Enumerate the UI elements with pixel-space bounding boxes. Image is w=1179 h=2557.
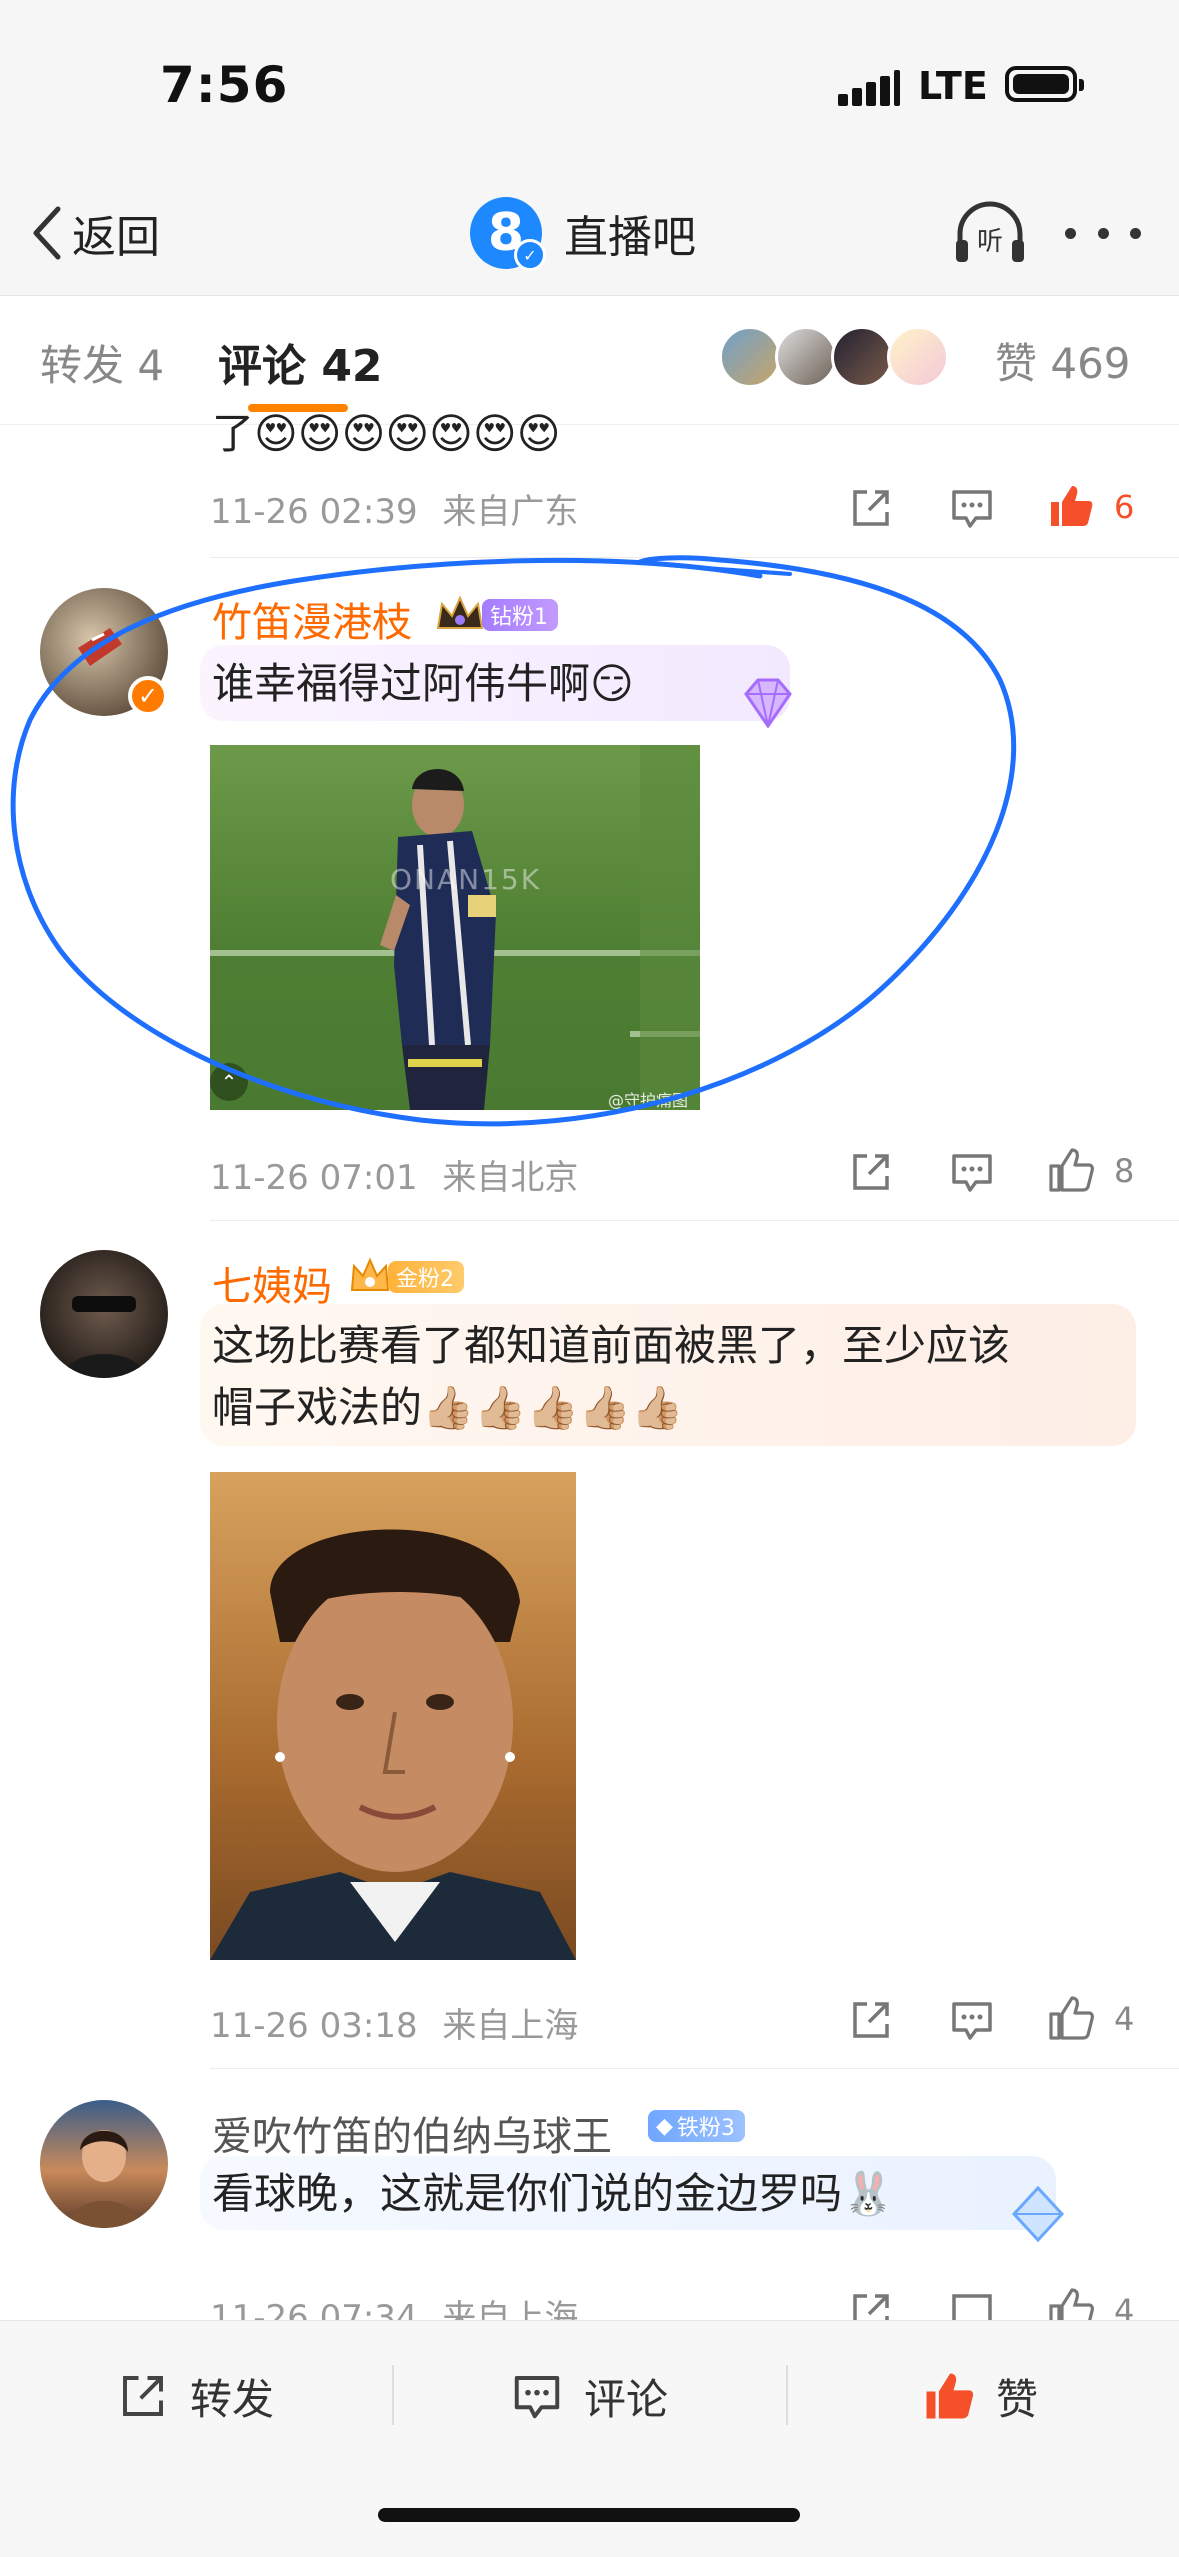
thumb-up-icon[interactable] xyxy=(1047,1146,1095,1194)
image-overlay-text: ONAN15K xyxy=(390,863,542,896)
like-count: 4 xyxy=(1114,2000,1135,2038)
tab-comment[interactable]: 评论 42 xyxy=(218,330,383,394)
comment-text: 帽子戏法的👍🏼👍🏼👍🏼👍🏼👍🏼 xyxy=(212,1383,684,1432)
comment-meta: 11-26 03:18 来自上海 xyxy=(210,1998,578,2047)
comment-location: 来自上海 xyxy=(442,2298,579,2320)
image-watermark: @守护痛图 xyxy=(608,1091,689,1110)
divider xyxy=(210,557,1179,558)
status-time: 7:56 xyxy=(160,56,289,114)
comment-time: 11-26 07:34 xyxy=(210,2298,418,2320)
comment-meta: 11-26 07:01 来自北京 xyxy=(210,1150,578,1199)
back-button[interactable]: 返回 xyxy=(30,198,160,268)
battery-icon xyxy=(1005,66,1084,102)
thumb-up-icon[interactable] xyxy=(1047,1994,1095,2042)
diamond-icon: ◆ xyxy=(656,2113,673,2139)
like-label: 赞 xyxy=(996,2374,1039,2424)
fan-badge: 钻粉1 xyxy=(434,594,558,636)
portrait-figure xyxy=(210,1529,576,1960)
crown-icon xyxy=(436,595,484,629)
verified-icon: ✓ xyxy=(514,239,546,271)
home-indicator xyxy=(378,2508,800,2522)
comment-text: 看球晚，这就是你们说的金边罗吗🐰 xyxy=(212,2169,895,2218)
like-count: 8 xyxy=(1114,1152,1135,1190)
liker-avatars[interactable] xyxy=(719,326,949,388)
username[interactable]: 爱吹竹笛的伯纳乌球王 xyxy=(212,2104,612,2162)
comment-text: 了😍😍😍😍😍😍😍 xyxy=(212,409,561,458)
comment-text: 谁幸福得过阿伟牛啊😏 xyxy=(212,659,634,708)
comment-label: 评论 xyxy=(584,2374,669,2424)
chevron-left-icon xyxy=(33,206,61,260)
verified-icon: ✓ xyxy=(128,676,168,716)
share-icon xyxy=(123,2376,163,2416)
comment-icon xyxy=(514,2376,560,2419)
fan-badge: ◆ 铁粉3 xyxy=(648,2110,745,2142)
avatar xyxy=(831,326,893,388)
avatar xyxy=(719,326,781,388)
avatar[interactable] xyxy=(40,2100,168,2228)
comment-time: 11-26 07:01 xyxy=(210,1158,418,1198)
comment-location: 来自上海 xyxy=(442,2006,579,2046)
carrier-label: LTE xyxy=(918,64,988,108)
comment-image[interactable] xyxy=(210,1472,576,1960)
badge-text: 铁粉3 xyxy=(676,2116,735,2141)
comment-meta: 11-26 02:39 来自广东 xyxy=(210,484,578,533)
comment-time: 11-26 02:39 xyxy=(210,492,418,532)
like-count: 6 xyxy=(1114,488,1135,526)
divider xyxy=(210,2068,1179,2069)
divider xyxy=(210,1220,1179,1221)
thumb-up-icon[interactable] xyxy=(1047,2286,1095,2320)
divider xyxy=(392,2365,394,2425)
tab-repost[interactable]: 转发 4 xyxy=(40,332,164,393)
comment-image[interactable]: ONAN15K ⌃ @守护痛图 xyxy=(210,745,700,1110)
repost-label: 转发 xyxy=(190,2374,275,2424)
badge-label: ◆ 铁粉3 xyxy=(648,2110,745,2142)
diamond-icon xyxy=(744,678,792,729)
crown-icon xyxy=(350,1257,390,1291)
badge-label: 金粉2 xyxy=(388,1261,464,1293)
avatar-art xyxy=(64,2130,144,2228)
badge-label: 钻粉1 xyxy=(482,599,558,631)
channel-name: 直播吧 xyxy=(564,212,696,263)
comment-meta: 11-26 07:34 来自上海 xyxy=(210,2290,578,2320)
share-icon[interactable] xyxy=(847,484,895,532)
listen-button[interactable]: 听 xyxy=(950,198,1030,268)
share-icon[interactable] xyxy=(847,1996,895,2044)
like-total[interactable]: 赞 469 xyxy=(995,330,1131,391)
comment-icon[interactable] xyxy=(948,1148,996,1196)
comment-icon[interactable] xyxy=(948,484,996,532)
thumb-up-icon[interactable] xyxy=(1047,482,1095,530)
more-icon[interactable] xyxy=(1065,210,1141,256)
comment-icon[interactable] xyxy=(948,2288,996,2320)
listen-icon-text: 听 xyxy=(977,227,1003,257)
diamond-icon xyxy=(1011,2185,1065,2243)
comment-button[interactable]: 评论 xyxy=(510,2361,668,2431)
comment-time: 11-26 03:18 xyxy=(210,2006,418,2046)
comment-text: 这场比赛看了都知道前面被黑了，至少应该 xyxy=(212,1321,1011,1370)
gif-icon: ⌃ xyxy=(210,1063,248,1101)
headphones-icon: 听 xyxy=(956,201,1024,262)
thumb-up-icon xyxy=(926,2373,974,2419)
share-icon[interactable] xyxy=(847,2288,895,2320)
football-player-figure xyxy=(210,745,700,1110)
fan-badge: 金粉2 xyxy=(348,1256,464,1298)
username[interactable]: 竹笛漫港枝 xyxy=(212,590,412,648)
comment-icon[interactable] xyxy=(948,1996,996,2044)
signal-icon xyxy=(838,70,900,106)
like-count: 4 xyxy=(1114,2292,1135,2320)
channel-header[interactable]: 8 ✓ 直播吧 xyxy=(470,188,696,278)
avatar xyxy=(775,326,837,388)
avatar-art xyxy=(60,1296,148,1378)
avatar[interactable] xyxy=(40,1250,168,1378)
avatar xyxy=(887,326,949,388)
comment-meta-clip: 11-26 07:34 来自上海 4 xyxy=(0,2270,1179,2320)
share-icon[interactable] xyxy=(847,1148,895,1196)
repost-button[interactable]: 转发 xyxy=(116,2361,274,2431)
divider xyxy=(786,2365,788,2425)
navigation-bar: 返回 8 ✓ 直播吧 听 xyxy=(0,170,1179,296)
channel-logo: 8 ✓ xyxy=(470,197,546,271)
comment-location: 来自北京 xyxy=(442,1158,579,1198)
back-label: 返回 xyxy=(72,212,160,263)
comment-location: 来自广东 xyxy=(442,492,579,532)
like-button[interactable]: 赞 xyxy=(922,2361,1038,2431)
